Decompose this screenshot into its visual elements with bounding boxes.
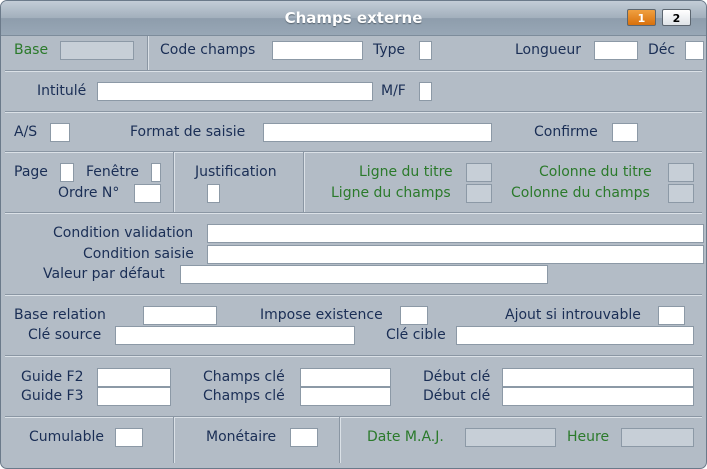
cle-cible-label: Clé cible <box>386 327 446 343</box>
debut-cle-2-field[interactable] <box>502 387 694 406</box>
guide-f2-label: Guide F2 <box>21 369 84 385</box>
longueur-label: Longueur <box>515 42 581 58</box>
cumulable-field[interactable] <box>115 428 143 447</box>
longueur-field[interactable] <box>594 41 638 60</box>
condition-validation-field[interactable] <box>207 224 704 243</box>
type-label: Type <box>373 42 406 58</box>
cle-cible-field[interactable] <box>456 326 694 345</box>
title-bar: Champs externe 1 2 <box>1 1 706 36</box>
base-relation-label: Base relation <box>14 307 106 323</box>
tab-page-2[interactable]: 2 <box>662 9 691 26</box>
mf-label: M/F <box>381 83 406 99</box>
colonne-titre-field <box>668 163 694 182</box>
intitule-field[interactable] <box>97 82 373 101</box>
ligne-champs-field <box>466 184 492 203</box>
fenetre-label: Fenêtre <box>86 164 139 180</box>
ordre-no-label: Ordre N° <box>58 185 120 201</box>
champs-cle-1-field[interactable] <box>300 368 391 387</box>
vertical-separator <box>339 417 341 463</box>
justification-label: Justification <box>195 164 277 180</box>
type-field[interactable] <box>419 41 432 60</box>
format-saisie-label: Format de saisie <box>130 124 246 140</box>
guide-f3-label: Guide F3 <box>21 388 84 404</box>
vertical-separator <box>303 152 305 212</box>
condition-saisie-label: Condition saisie <box>83 246 194 262</box>
divider <box>5 212 702 214</box>
dec-label: Déc <box>648 42 676 58</box>
ajout-introuvable-label: Ajout si introuvable <box>505 307 641 323</box>
monetaire-field[interactable] <box>290 428 318 447</box>
mf-field[interactable] <box>419 82 432 101</box>
divider <box>5 294 702 296</box>
impose-existence-field[interactable] <box>400 306 428 325</box>
base-relation-field[interactable] <box>143 306 217 325</box>
fenetre-field[interactable] <box>151 163 161 182</box>
confirme-field[interactable] <box>612 123 638 142</box>
format-saisie-field[interactable] <box>263 123 492 142</box>
code-champs-field[interactable] <box>272 41 363 60</box>
date-maj-field <box>465 428 556 447</box>
cle-source-label: Clé source <box>28 327 102 343</box>
dec-field[interactable] <box>685 41 704 60</box>
champs-cle-2-label: Champs clé <box>203 388 285 404</box>
as-label: A/S <box>14 124 38 140</box>
divider <box>5 355 702 357</box>
champs-cle-1-label: Champs clé <box>203 369 285 385</box>
heure-label: Heure <box>567 429 610 445</box>
cumulable-label: Cumulable <box>29 429 105 445</box>
page-label: Page <box>14 164 48 180</box>
code-champs-label: Code champs <box>160 42 256 58</box>
window-title: Champs externe <box>284 9 423 27</box>
divider <box>5 111 702 113</box>
vertical-separator <box>173 417 175 463</box>
confirme-label: Confirme <box>534 124 598 140</box>
condition-validation-label: Condition validation <box>53 225 194 241</box>
ligne-champs-label: Ligne du champs <box>331 185 451 201</box>
monetaire-label: Monétaire <box>206 429 277 445</box>
vertical-separator <box>173 152 175 212</box>
condition-saisie-field[interactable] <box>207 245 704 264</box>
as-field[interactable] <box>50 123 70 142</box>
base-label: Base <box>14 42 49 58</box>
divider <box>5 70 702 72</box>
ligne-titre-field <box>466 163 492 182</box>
vertical-separator <box>147 36 149 70</box>
colonne-champs-field <box>668 184 694 203</box>
cle-source-field[interactable] <box>115 326 355 345</box>
colonne-champs-label: Colonne du champs <box>511 185 650 201</box>
guide-f3-field[interactable] <box>97 387 171 406</box>
window: Champs externe 1 2 Base Code champs Type… <box>0 0 707 469</box>
impose-existence-label: Impose existence <box>260 307 383 323</box>
debut-cle-1-label: Début clé <box>423 369 491 385</box>
colonne-titre-label: Colonne du titre <box>539 164 652 180</box>
valeur-defaut-label: Valeur par défaut <box>43 266 165 282</box>
date-maj-label: Date M.A.J. <box>367 429 444 445</box>
ordre-no-field[interactable] <box>134 184 161 203</box>
ajout-introuvable-field[interactable] <box>658 306 685 325</box>
page-field[interactable] <box>60 163 74 182</box>
champs-cle-2-field[interactable] <box>300 387 391 406</box>
debut-cle-2-label: Début clé <box>423 388 491 404</box>
divider <box>5 151 702 153</box>
tab-page-1[interactable]: 1 <box>627 9 656 26</box>
debut-cle-1-field[interactable] <box>502 368 694 387</box>
heure-field <box>621 428 694 447</box>
base-field <box>60 41 134 60</box>
guide-f2-field[interactable] <box>97 368 171 387</box>
divider <box>5 416 702 418</box>
valeur-defaut-field[interactable] <box>180 265 548 284</box>
intitule-label: Intitulé <box>37 83 87 99</box>
ligne-titre-label: Ligne du titre <box>359 164 453 180</box>
justification-field[interactable] <box>207 184 220 203</box>
